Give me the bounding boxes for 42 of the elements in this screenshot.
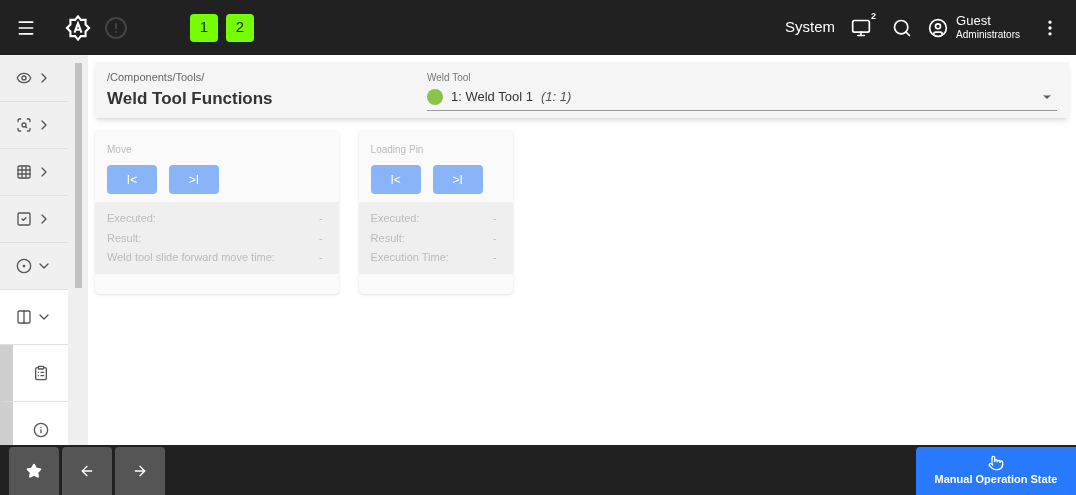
card-title: Move — [106, 143, 133, 157]
forward-icon — [132, 463, 148, 479]
back-icon — [79, 463, 95, 479]
search-icon[interactable] — [892, 17, 913, 38]
nav-icon — [16, 211, 32, 227]
logo-icon — [64, 13, 92, 42]
monitor-icon[interactable] — [851, 17, 872, 38]
selector-value: 1: Weld Tool 1 — [451, 88, 533, 107]
screen-count: 2 — [871, 9, 877, 23]
user-name: Guest — [956, 13, 992, 30]
card-title: Loading Pin — [369, 143, 425, 157]
nav-icon — [16, 164, 32, 180]
hand-pointer-icon — [988, 454, 1004, 471]
row-value: - — [317, 250, 324, 265]
system-label[interactable]: System — [785, 16, 836, 39]
row-value: - — [491, 230, 498, 246]
user-icon[interactable] — [928, 17, 949, 38]
selector-label: Weld Tool — [427, 70, 472, 85]
nav-icon — [16, 117, 32, 133]
user-group: Administrators — [956, 29, 1020, 42]
nav-icon — [16, 258, 32, 274]
workspace-button[interactable]: 1 — [190, 13, 218, 42]
nav-icon — [16, 70, 32, 86]
page-title: Weld Tool Functions — [107, 87, 274, 110]
breadcrumb: /Components/Tools/ — [107, 70, 206, 85]
tool-selector[interactable]: 1: Weld Tool 1 (1: 1) — [427, 84, 1057, 111]
star-icon — [26, 463, 42, 479]
row-value: - — [317, 230, 324, 246]
manual-operation-button[interactable]: Manual Operation State — [916, 447, 1076, 495]
selector-detail: (1: 1) — [540, 88, 572, 107]
sidebar-subitem[interactable] — [0, 345, 68, 402]
sub-icon — [32, 422, 49, 438]
row-value: - — [491, 250, 498, 265]
nav-icon — [16, 309, 32, 325]
sub-icon — [32, 365, 49, 381]
sidebar-item[interactable] — [0, 290, 68, 345]
favorites-button[interactable] — [9, 447, 59, 495]
alert-icon[interactable] — [104, 15, 128, 40]
row-value: - — [317, 211, 324, 226]
sidebar-scrollbar[interactable] — [68, 55, 88, 445]
row-value: - — [491, 211, 498, 226]
workspace-button[interactable]: 2 — [226, 13, 254, 42]
